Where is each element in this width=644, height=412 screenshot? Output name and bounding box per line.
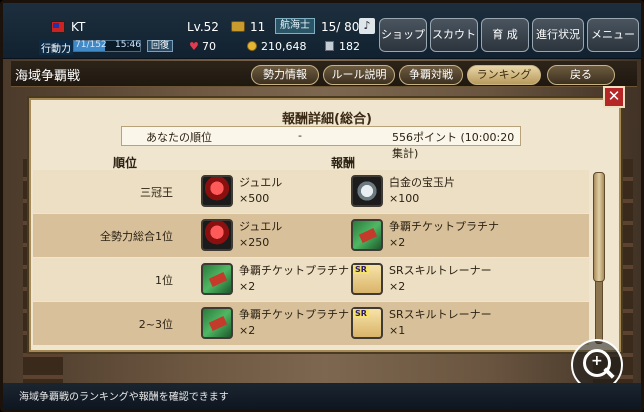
heart-count: 70 xyxy=(202,40,216,53)
crew-count: 15/ 80 xyxy=(321,20,360,34)
reward-name: 争覇チケットプラチナ xyxy=(239,308,349,321)
player-name: KT xyxy=(71,20,86,34)
table-row: 2~3位 争覇チケットプラチナ ×2 SR SRスキルトレーナー ×1 xyxy=(33,302,589,345)
chest-count: 11 xyxy=(250,20,266,34)
nav-train-button[interactable]: 育 成 xyxy=(481,18,529,52)
reward-qty: ×2 xyxy=(389,236,406,249)
table-row: 1位 争覇チケットプラチナ ×2 SR SRスキルトレーナー ×2 xyxy=(33,258,589,301)
tab-rules[interactable]: ルール説明 xyxy=(323,65,395,85)
reward-name: ジュエル xyxy=(239,220,283,233)
my-rank-box: あなたの順位 - 556ポイント (10:00:20集計) xyxy=(121,126,521,160)
reward-name: SRスキルトレーナー xyxy=(389,264,492,277)
book-count: 182 xyxy=(339,40,360,53)
reward-dialog: 報酬詳細(総合) あなたの順位 - 556ポイント (10:00:20集計) 順… xyxy=(29,98,621,352)
tab-ranking[interactable]: ランキング xyxy=(467,65,541,85)
ap-label: 行動力 xyxy=(39,40,73,55)
rank-label: 1位 xyxy=(155,274,173,287)
my-rank-label: あなたの順位 xyxy=(146,131,212,144)
close-button[interactable]: ✕ xyxy=(603,86,625,108)
nav-menu-button[interactable]: メニュー xyxy=(587,18,639,52)
ap-timer: 15:46 xyxy=(115,40,141,50)
reward-name: 争覇チケットプラチナ xyxy=(389,220,499,233)
recover-button[interactable]: 回復 xyxy=(147,40,173,52)
jewel-icon xyxy=(201,219,233,251)
zoom-plus-icon: + xyxy=(591,353,603,369)
reward-qty: ×2 xyxy=(389,280,406,293)
flag-icon xyxy=(51,21,65,33)
reward-qty: ×2 xyxy=(239,280,256,293)
reward-qty: ×2 xyxy=(239,324,256,337)
reward-name: ジュエル xyxy=(239,176,283,189)
rank-badge: 航海士 xyxy=(275,18,315,34)
sr-tag: SR xyxy=(353,309,369,318)
book-icon xyxy=(325,41,334,51)
reward-qty: ×500 xyxy=(239,192,270,205)
my-points: 556ポイント (10:00:20集計) xyxy=(392,131,515,160)
platinum-orb-icon xyxy=(351,175,383,207)
game-frame: KT Lv.52 11 航海士 15/ 80 ♪ 行動力 71/152 15:4… xyxy=(0,0,644,412)
platinum-ticket-icon xyxy=(201,307,233,339)
table-row: 全勢力総合1位 ジュエル ×250 争覇チケットプラチナ ×2 xyxy=(33,214,589,257)
rank-label: 2~3位 xyxy=(138,318,173,331)
sr-skill-trainer-icon: SR xyxy=(351,263,383,295)
my-rank-value: - xyxy=(298,129,302,142)
table-row: 三冠王 ジュエル ×500 白金の宝玉片 ×100 xyxy=(33,170,589,213)
platinum-ticket-icon xyxy=(351,219,383,251)
reward-name: SRスキルトレーナー xyxy=(389,308,492,321)
reward-list[interactable]: 三冠王 ジュエル ×500 白金の宝玉片 ×100 全勢力総合1位 ジュエル ×… xyxy=(33,168,589,348)
reward-name: 白金の宝玉片 xyxy=(389,176,455,189)
nav-scout-button[interactable]: スカウト xyxy=(430,18,478,52)
dialog-title: 報酬詳細(総合) xyxy=(282,112,372,127)
money-amount: 210,648 xyxy=(261,40,307,53)
back-button[interactable]: 戻る xyxy=(547,65,615,85)
footer-hint: 海域争覇戦のランキングや報酬を確認できます xyxy=(19,392,229,403)
sr-tag: SR xyxy=(353,265,369,274)
rank-label: 三冠王 xyxy=(140,186,173,199)
music-note-icon[interactable]: ♪ xyxy=(359,18,375,34)
reward-qty: ×250 xyxy=(239,236,270,249)
rank-label: 全勢力総合1位 xyxy=(100,230,173,243)
nav-shop-button[interactable]: ショップ xyxy=(379,18,427,52)
page-title: 海域争覇戦 xyxy=(15,69,81,84)
player-level: Lv.52 xyxy=(187,20,219,34)
treasure-chest-icon xyxy=(231,21,245,32)
reward-qty: ×1 xyxy=(389,324,406,337)
tab-battle[interactable]: 争覇対戦 xyxy=(399,65,463,85)
reward-qty: ×100 xyxy=(389,192,420,205)
sr-skill-trainer-icon: SR xyxy=(351,307,383,339)
ap-value: 71/152 xyxy=(75,40,107,50)
nav-progress-button[interactable]: 進行状況 xyxy=(532,18,584,52)
scrollbar-thumb[interactable] xyxy=(593,172,605,282)
platinum-ticket-icon xyxy=(201,263,233,295)
heart-icon: ♥ xyxy=(189,40,199,53)
jewel-icon xyxy=(201,175,233,207)
coin-icon xyxy=(247,41,257,51)
tab-faction-info[interactable]: 勢力情報 xyxy=(251,65,319,85)
reward-name: 争覇チケットプラチナ xyxy=(239,264,349,277)
